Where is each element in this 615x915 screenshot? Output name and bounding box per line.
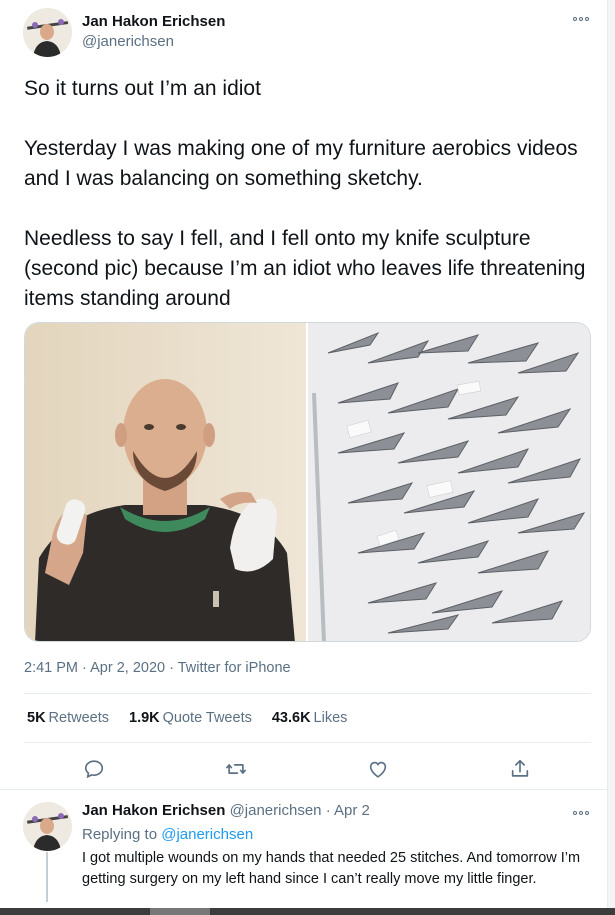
author-avatar[interactable] (23, 8, 72, 57)
tweet-time[interactable]: 2:41 PM (24, 660, 78, 676)
quotes-label: Quote Tweets (162, 710, 252, 726)
tweet-actions (24, 756, 591, 782)
tweet-stats: 5K Retweets 1.9K Quote Tweets 43.6K Likes (27, 710, 347, 726)
reply-separator: · (325, 802, 331, 819)
photo-man-bandaged-hands[interactable] (25, 323, 306, 641)
author-name[interactable]: Jan Hakon Erichsen (82, 13, 225, 30)
divider (24, 693, 591, 694)
likes-label: Likes (313, 710, 348, 726)
scrollbar-track[interactable] (608, 0, 615, 915)
retweets-count: 5K (27, 710, 46, 726)
reply-icon[interactable] (81, 756, 107, 782)
tweet-meta: 2:41 PM · Apr 2, 2020 · Twitter for iPho… (24, 660, 291, 676)
retweet-icon[interactable] (223, 756, 249, 782)
reply-header: Jan Hakon Erichsen @janerichsen · Apr 2 (82, 802, 370, 819)
tweet-text: So it turns out I’m an idiot Yesterday I… (24, 77, 586, 310)
reply-tweet[interactable]: Jan Hakon Erichsen @janerichsen · Apr 2 … (0, 790, 608, 915)
scrollbar-thumb[interactable] (150, 908, 210, 915)
tweet-source[interactable]: Twitter for iPhone (178, 660, 291, 676)
like-icon[interactable] (365, 756, 391, 782)
more-options-icon[interactable] (571, 14, 591, 24)
replying-prefix: Replying to (82, 826, 158, 843)
reply-more-options-icon[interactable] (571, 808, 591, 818)
quotes-stat[interactable]: 1.9K Quote Tweets (129, 710, 252, 726)
share-icon[interactable] (507, 756, 533, 782)
meta-separator: · (169, 660, 174, 676)
likes-stat[interactable]: 43.6K Likes (272, 710, 348, 726)
replying-to: Replying to @janerichsen (82, 826, 253, 843)
author-handle[interactable]: @janerichsen (82, 33, 174, 50)
quotes-count: 1.9K (129, 710, 160, 726)
retweets-label: Retweets (48, 710, 109, 726)
meta-separator: · (82, 660, 87, 676)
reply-date[interactable]: Apr 2 (334, 802, 370, 819)
divider (24, 742, 591, 743)
tweet-media (24, 322, 591, 642)
reply-author-name[interactable]: Jan Hakon Erichsen (82, 802, 225, 819)
replying-to-handle[interactable]: @janerichsen (161, 826, 253, 843)
retweets-stat[interactable]: 5K Retweets (27, 710, 109, 726)
reply-text: I got multiple wounds on my hands that n… (82, 850, 581, 887)
horizontal-scrollbar[interactable] (0, 908, 615, 915)
tweet-page: Jan Hakon Erichsen @janerichsen So it tu… (0, 0, 608, 915)
photo-knife-sculpture[interactable] (308, 323, 590, 641)
likes-count: 43.6K (271, 710, 311, 726)
reply-author-avatar[interactable] (23, 802, 72, 851)
reply-author-handle[interactable]: @janerichsen (230, 802, 322, 819)
tweet-date[interactable]: Apr 2, 2020 (90, 660, 165, 676)
thread-line (46, 852, 48, 902)
